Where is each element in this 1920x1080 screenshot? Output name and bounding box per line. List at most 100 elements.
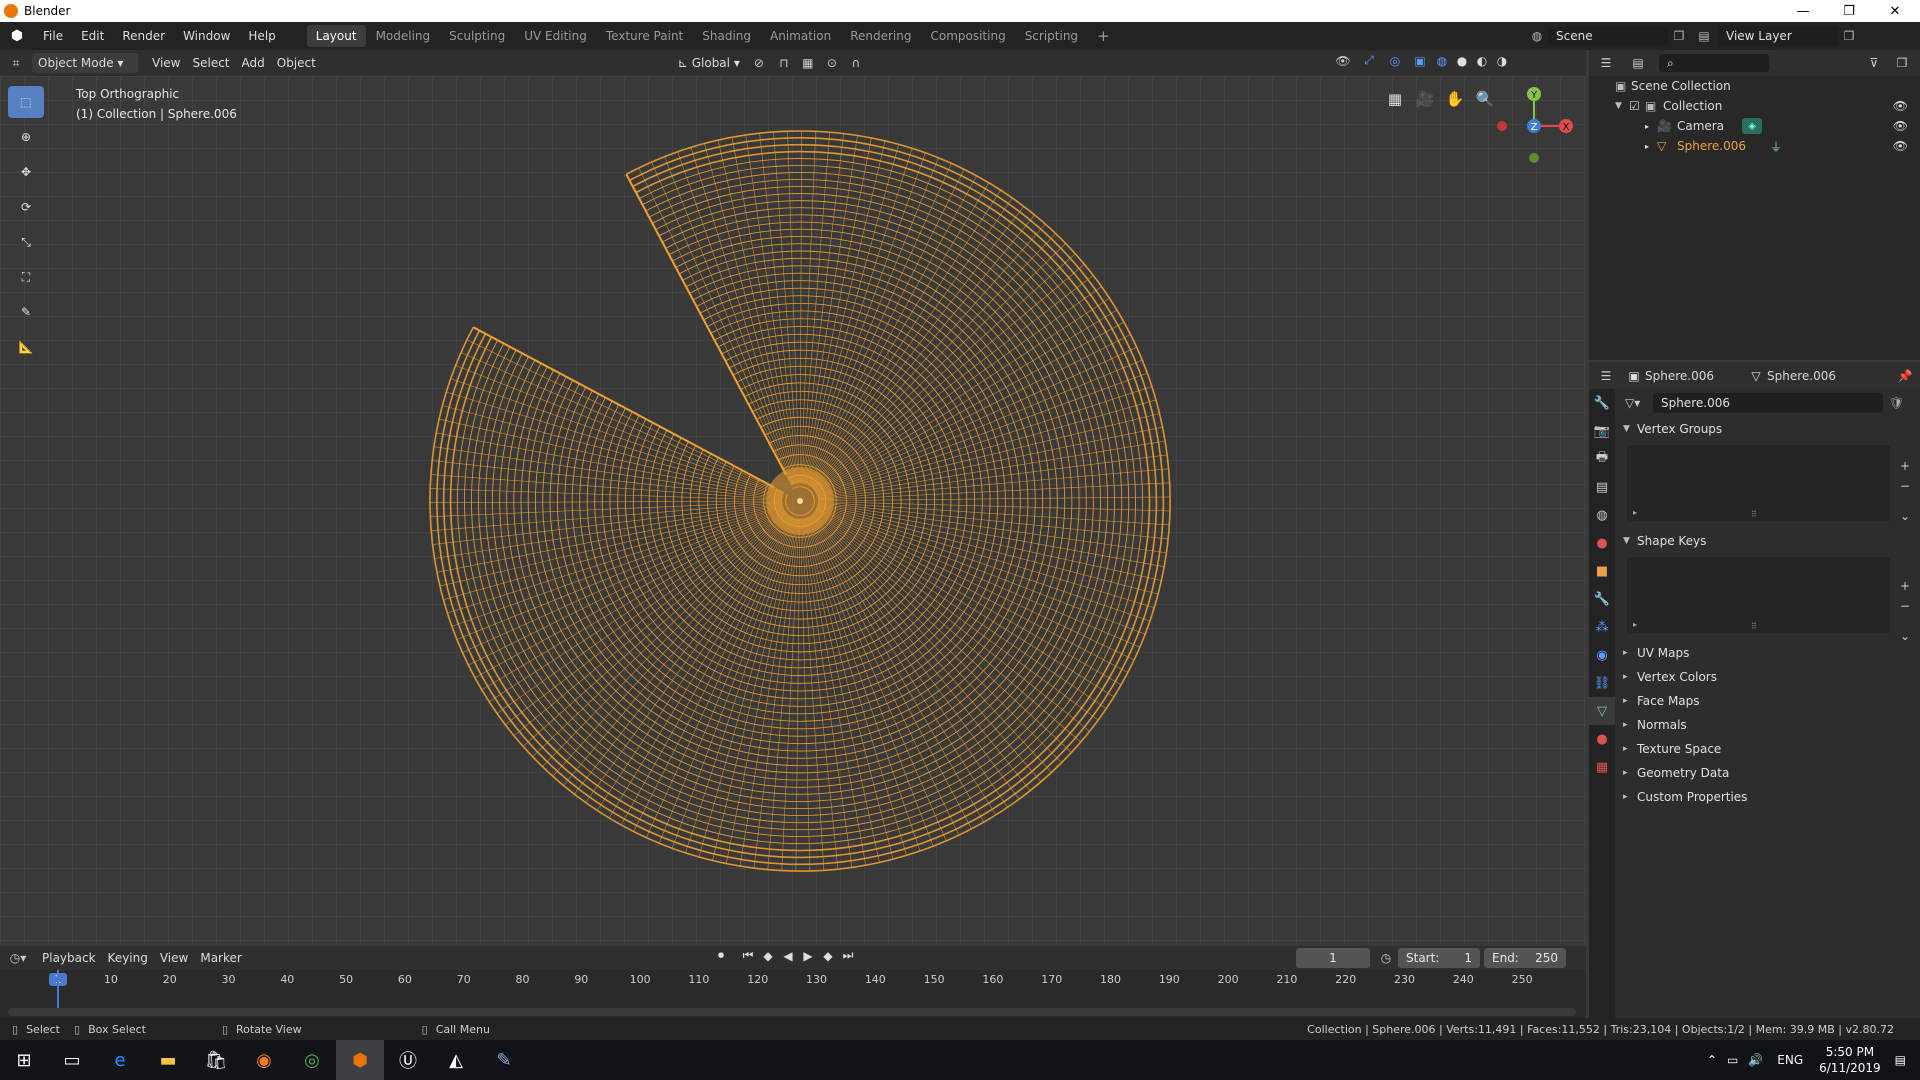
file-explorer-icon[interactable]: ▬ [144,1040,192,1080]
gizmo-neg-y-handle[interactable] [1529,153,1539,163]
panel-vertex-groups[interactable]: ▼ Vertex Groups [1615,417,1920,441]
unity-icon[interactable]: ◭ [432,1040,480,1080]
timeline-menu-keying[interactable]: Keying [102,948,154,968]
pivot-icon[interactable]: ⊘ [746,56,772,70]
camera-view-icon[interactable]: 🎥 [1410,86,1440,112]
blender-menu-icon[interactable]: ⬢ [0,28,34,44]
tab-modeling[interactable]: Modeling [367,25,440,47]
constraints-tab-icon[interactable]: ⛓ [1589,669,1615,697]
chrome-icon[interactable]: ◎ [288,1040,336,1080]
timeline-editor-type-icon[interactable]: ◷▾ [0,951,36,965]
overlay-toggle-icon[interactable]: ◎ [1382,54,1408,68]
measure-tool[interactable]: 📐 [8,331,44,363]
playhead-line[interactable] [57,970,59,1010]
shading-solid-icon[interactable]: ● [1452,54,1472,68]
record-button[interactable]: ⏺ [710,948,732,963]
shading-rendered-icon[interactable]: ◑ [1492,54,1512,68]
tool-tab-icon[interactable]: 🔧 [1589,389,1615,417]
viewport-menu-select[interactable]: Select [186,53,235,73]
viewport-menu-add[interactable]: Add [236,53,271,73]
tab-texture-paint[interactable]: Texture Paint [597,25,692,47]
mode-dropdown[interactable]: Object Mode ▾ [32,53,138,73]
outliner-row-collection[interactable]: ▼ ☑ ▣ Collection 👁 [1589,96,1920,116]
navigation-gizmo[interactable]: Y Z X [1486,84,1576,174]
tab-rendering[interactable]: Rendering [841,25,920,47]
firefox-icon[interactable]: ◉ [240,1040,288,1080]
menu-file[interactable]: File [34,22,72,50]
ortho-toggle-icon[interactable]: ▦ [1380,86,1410,112]
maximize-button[interactable]: ❐ [1826,0,1872,22]
play-button[interactable]: ▶ [798,949,818,963]
timeline-menu-marker[interactable]: Marker [194,948,247,968]
editor-type-icon[interactable]: ⌗ [0,56,32,71]
resize-handle-icon[interactable]: ⠿ [1751,510,1757,519]
panel-geometry-data[interactable]: ▸ Geometry Data [1615,761,1920,785]
data-tab-icon[interactable]: ▽ [1589,697,1615,725]
new-scene-icon[interactable]: ❐ [1668,29,1690,43]
panel-vertex-colors[interactable]: ▸ Vertex Colors [1615,665,1920,689]
outliner-search-input[interactable]: ⌕ [1659,54,1769,72]
scene-tab-icon[interactable]: ◍ [1589,501,1615,529]
shading-material-icon[interactable]: ◐ [1472,54,1492,68]
eye-icon[interactable]: 👁 [1893,139,1908,153]
frame-ruler[interactable]: 1102030405060708090100110120130140150160… [0,970,1586,992]
timeline[interactable]: 1102030405060708090100110120130140150160… [0,970,1586,1018]
prev-keyframe-button[interactable]: ◆ [758,949,778,963]
pin-icon[interactable]: 📌 [1895,369,1915,383]
viewport-menu-object[interactable]: Object [271,53,322,73]
timeline-scrollbar[interactable] [8,1008,1576,1016]
visibility-icon[interactable]: 👁 [1330,54,1356,68]
jump-end-button[interactable]: ⏭ [838,948,858,963]
list-filter-arrow-icon[interactable]: ▸ [1633,620,1637,629]
jump-start-button[interactable]: ⏮ [738,948,758,963]
panel-uv-maps[interactable]: ▸ UV Maps [1615,641,1920,665]
remove-shape-key-button[interactable]: − [1896,597,1914,615]
tab-layout[interactable]: Layout [306,25,366,47]
select-box-tool[interactable]: ⬚ [8,86,44,118]
3d-viewport[interactable] [0,76,1586,944]
expand-arrow-icon[interactable]: ▸ [1645,122,1657,131]
list-filter-arrow-icon[interactable]: ▸ [1633,508,1637,517]
texture-tab-icon[interactable]: ▦ [1589,753,1615,781]
shading-wireframe-icon[interactable]: ◍ [1432,54,1452,68]
fake-user-icon[interactable]: 🛡 [1889,396,1904,410]
scene-field[interactable]: Scene [1548,26,1668,46]
network-icon[interactable]: ▭ [1727,1053,1738,1067]
windows-start-icon[interactable]: ⊞ [0,1040,48,1080]
view-layer-field[interactable]: View Layer [1718,26,1838,46]
proportional-edit-icon[interactable]: ⊙ [820,56,844,70]
scene-icon[interactable]: ◍ [1526,29,1548,43]
view-layer-tab-icon[interactable]: ▤ [1589,473,1615,501]
close-button[interactable]: ✕ [1872,0,1918,22]
mesh-browse-icon[interactable]: ▽▾ [1625,396,1653,410]
tab-shading[interactable]: Shading [693,25,760,47]
unreal-engine-icon[interactable]: Ⓤ [384,1040,432,1080]
annotate-tool[interactable]: ✎ [8,296,44,328]
menu-help[interactable]: Help [239,22,284,50]
menu-window[interactable]: Window [174,22,239,50]
material-tab-icon[interactable]: ● [1589,725,1615,753]
vertex-groups-list[interactable]: ▸ ⠿ [1627,445,1890,521]
view-layer-icon[interactable]: ▤ [1690,29,1718,43]
add-shape-key-button[interactable]: + [1896,577,1914,595]
panel-shape-keys[interactable]: ▼ Shape Keys [1615,529,1920,553]
output-tab-icon[interactable]: 🖶 [1589,445,1615,473]
mesh-name-field[interactable]: Sphere.006 [1653,393,1883,413]
start-frame-field[interactable]: Start: 1 [1398,948,1480,968]
tab-compositing[interactable]: Compositing [921,25,1014,47]
new-view-layer-icon[interactable]: ❐ [1838,29,1860,43]
render-tab-icon[interactable]: 📷 [1589,417,1615,445]
move-tool[interactable]: ✥ [8,156,44,188]
panel-custom-properties[interactable]: ▸ Custom Properties [1615,785,1920,809]
cursor-tool[interactable]: ⊕ [8,121,44,153]
play-reverse-button[interactable]: ◀ [778,949,798,963]
task-view-icon[interactable]: ▭ [48,1040,96,1080]
modifier-tab-icon[interactable]: 🔧 [1589,585,1615,613]
shape-keys-list[interactable]: ▸ ⠿ [1627,557,1890,633]
preview-range-icon[interactable]: ◷ [1376,948,1396,968]
input-language[interactable]: ENG [1777,1053,1803,1067]
current-frame-field[interactable]: 1 [1296,948,1370,968]
volume-icon[interactable]: 🔊 [1748,1053,1763,1067]
gizmo-toggle-icon[interactable]: ⤢ [1356,53,1382,68]
world-tab-icon[interactable]: ● [1589,529,1615,557]
